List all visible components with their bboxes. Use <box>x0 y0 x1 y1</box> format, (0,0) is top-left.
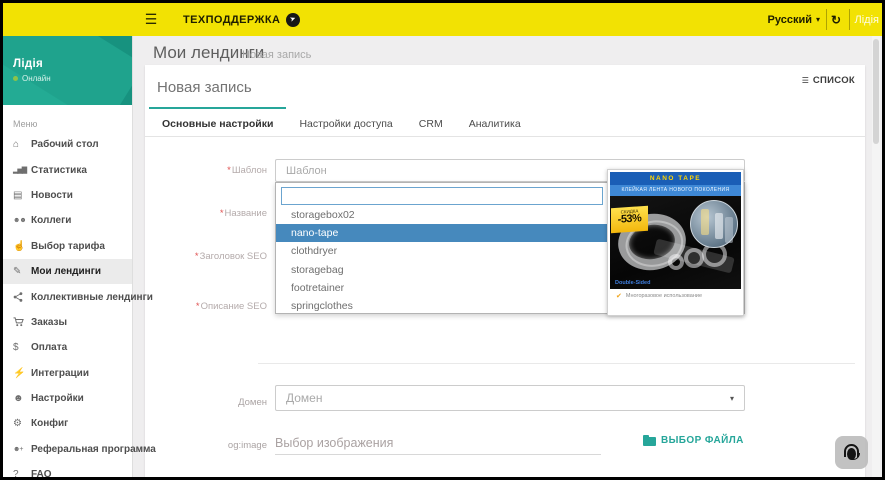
preview-product-image: СКИДКА -53% Double-Sided <box>610 196 741 289</box>
sidebar-item-collective-landings[interactable]: Коллективные лендинги <box>3 284 153 309</box>
dropdown-option[interactable]: storagebag <box>276 261 612 279</box>
stats-icon: ▂▅▇ <box>13 167 27 175</box>
telegram-icon: ➤ <box>286 12 301 27</box>
preview-feature-row: ✔ Многоразовое использование <box>610 289 741 303</box>
language-label: Русский <box>767 13 812 26</box>
sidebar-item-integrations[interactable]: ⚡ Интеграции <box>3 361 132 386</box>
support-label: ТЕХПОДДЕРЖКА <box>183 13 281 26</box>
name-label: *Название <box>219 208 267 219</box>
language-selector[interactable]: Русский ▾ <box>768 3 820 36</box>
question-icon: ? <box>13 469 19 477</box>
domain-label: Домен <box>238 397 267 408</box>
og-image-input[interactable] <box>275 431 601 455</box>
check-icon: ✔ <box>616 293 622 300</box>
tab-analytics[interactable]: Аналитика <box>456 107 534 138</box>
list-icon: ☰ <box>801 76 809 85</box>
sidebar-user-panel: Лідія Онлайн <box>3 36 132 105</box>
preview-subtitle: КЛЕЙКАЯ ЛЕНТА НОВОГО ПОКОЛЕНИЯ <box>610 185 741 196</box>
og-image-label: og:image <box>227 440 267 451</box>
top-bar: ☰ ТЕХПОДДЕРЖКА ➤ Русский ▾ ↻ Лідія <box>3 3 882 36</box>
news-icon: ▤ <box>13 189 23 201</box>
sidebar-item-news[interactable]: ▤ Новости <box>3 183 132 208</box>
template-label: *Шаблон <box>227 165 267 176</box>
sidebar-item-referral[interactable]: ☻+ Реферальная программа <box>3 437 156 462</box>
config-icon: ⚙ <box>13 418 22 430</box>
my-landings-icon: ✎ <box>13 266 22 278</box>
integrations-icon: ⚡ <box>13 367 26 379</box>
form-divider <box>258 363 855 364</box>
list-button[interactable]: ☰ СПИСОК <box>802 75 855 86</box>
preview-inset-photo <box>690 200 738 248</box>
hamburger-menu-icon[interactable]: ☰ <box>141 9 161 29</box>
breadcrumb: Новая запись <box>242 49 312 61</box>
folder-icon <box>643 435 656 446</box>
cart-icon <box>13 317 31 327</box>
dropdown-option[interactable]: storagebox02 <box>276 206 612 224</box>
seo-desc-label: *Описание SEO <box>195 301 267 312</box>
sidebar-item-config[interactable]: ⚙ Конфиг <box>3 411 132 436</box>
sidebar-item-statistics[interactable]: ▂▅▇ Статистика <box>3 157 132 182</box>
new-record-card: ☰ СПИСОК Новая запись Основные настройки… <box>145 65 865 477</box>
dropdown-search-input[interactable] <box>281 187 603 205</box>
scrollbar-thumb[interactable] <box>873 39 879 144</box>
referral-icon: ☻+ <box>13 445 23 453</box>
dropdown-option[interactable]: footretainer <box>276 279 612 297</box>
dropdown-option[interactable]: springclothes <box>276 297 612 315</box>
tariff-icon: ☝ <box>13 240 26 252</box>
tabs-divider <box>145 136 865 137</box>
domain-select[interactable]: Домен ▾ <box>275 385 745 411</box>
preview-watermark: Double-Sided <box>615 280 651 286</box>
page-scrollbar[interactable] <box>872 36 880 477</box>
sidebar-item-desktop[interactable]: ⌂ Рабочий стол <box>3 132 132 157</box>
sidebar-item-tariff[interactable]: ☝ Выбор тарифа <box>3 234 132 259</box>
sidebar-menu: ⌂ Рабочий стол ▂▅▇ Статистика ▤ Новости … <box>3 132 156 477</box>
sidebar-item-colleagues[interactable]: ☻☻ Коллеги <box>3 208 132 233</box>
sidebar-item-faq[interactable]: ? FAQ <box>3 462 132 477</box>
preview-title: NANO TAPE <box>610 172 741 185</box>
seo-title-label: *Заголовок SEO <box>194 251 267 262</box>
sidebar-item-my-landings[interactable]: ✎ Мои лендинги <box>3 258 132 285</box>
share-icon <box>13 292 31 302</box>
online-status-dot <box>13 76 18 81</box>
refresh-icon[interactable]: ↻ <box>827 3 845 36</box>
tab-bar: Основные настройки Настройки доступа CRM… <box>149 107 534 138</box>
menu-section-label: Меню <box>13 119 38 129</box>
online-status-label: Онлайн <box>22 74 51 83</box>
desktop-icon: ⌂ <box>13 139 20 151</box>
sidebar-user-name: Лідія <box>13 58 43 70</box>
topbar-username[interactable]: Лідія <box>855 3 879 36</box>
payment-icon: $ <box>13 342 19 354</box>
sidebar-item-payment[interactable]: $ Оплата <box>3 335 132 360</box>
discount-badge: СКИДКА -53% <box>611 205 648 234</box>
dropdown-option-selected[interactable]: nano-tape <box>276 224 612 243</box>
app-screen: ☰ ТЕХПОДДЕРЖКА ➤ Русский ▾ ↻ Лідія LP-mo… <box>3 3 882 477</box>
chevron-down-icon: ▾ <box>815 15 820 24</box>
tab-access-settings[interactable]: Настройки доступа <box>286 107 405 138</box>
tab-main-settings[interactable]: Основные настройки <box>149 107 287 138</box>
tab-crm[interactable]: CRM <box>406 107 456 138</box>
sidebar-item-orders[interactable]: Заказы <box>3 310 132 335</box>
headset-icon <box>842 443 862 462</box>
choose-file-button[interactable]: ВЫБОР ФАЙЛА <box>643 435 744 446</box>
colleagues-icon: ☻☻ <box>13 217 27 225</box>
card-title: Новая запись <box>157 79 252 96</box>
dropdown-option[interactable]: clothdryer <box>276 242 612 260</box>
sidebar-item-settings[interactable]: ☻ Настройки <box>3 386 132 411</box>
template-preview: NANO TAPE КЛЕЙКАЯ ЛЕНТА НОВОГО ПОКОЛЕНИЯ… <box>607 169 744 316</box>
support-chat-button[interactable] <box>835 436 868 469</box>
sidebar: Лідія Онлайн Меню ⌂ Рабочий стол ▂▅▇ Ста… <box>3 36 156 477</box>
dropdown-options: storagebox02 nano-tape clothdryer storag… <box>276 206 612 315</box>
settings-icon: ☻ <box>13 393 24 405</box>
topbar-divider <box>849 9 850 30</box>
support-link[interactable]: ТЕХПОДДЕРЖКА ➤ <box>183 3 301 36</box>
chevron-down-icon: ▾ <box>729 393 734 403</box>
